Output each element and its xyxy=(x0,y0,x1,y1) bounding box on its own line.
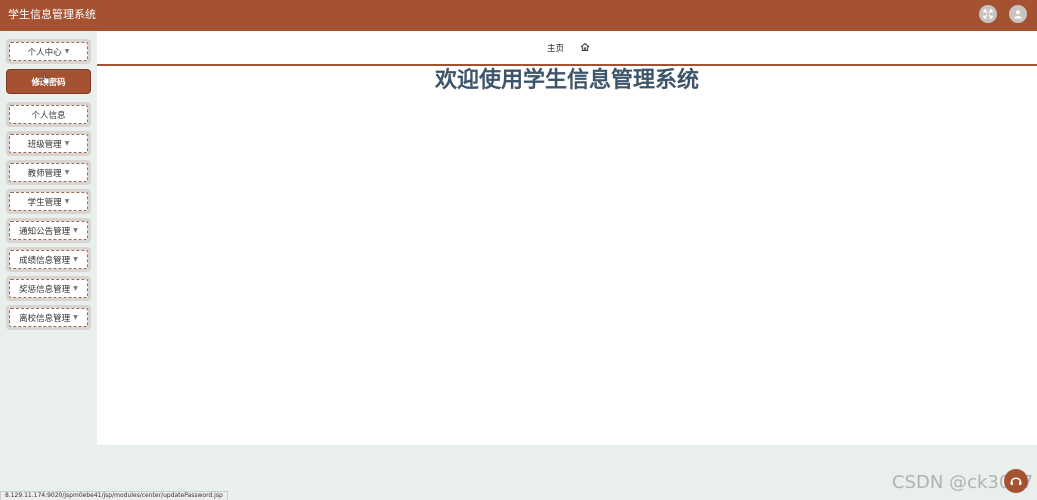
chevron-down-icon: ▼ xyxy=(73,256,78,263)
main-content: 主页 欢迎使用学生信息管理系统 xyxy=(97,31,1037,445)
sidebar-item-label: 学生管理 xyxy=(27,197,62,208)
sidebar-item-label: 通知公告管理 xyxy=(19,226,71,237)
chevron-down-icon: ▼ xyxy=(64,198,70,205)
sidebar: 个人中心▼ 修改密码 个人信息 班级管理▼ 教师管理▼ 学生管理▼ 通知公告管理… xyxy=(0,31,97,500)
sidebar-item-label: 班级管理 xyxy=(27,139,62,150)
chevron-down-icon: ▼ xyxy=(64,48,70,55)
support-float-button[interactable] xyxy=(1004,469,1028,493)
app-title: 学生信息管理系统 xyxy=(8,8,96,21)
chevron-down-icon: ▼ xyxy=(73,285,78,292)
tab-active-underline xyxy=(97,64,1037,66)
sidebar-item-label: 成绩信息管理 xyxy=(19,255,71,266)
sidebar-item-leave-school-management[interactable]: 离校信息管理 ▼ xyxy=(6,305,91,330)
chevron-down-icon: ▼ xyxy=(64,140,70,147)
chevron-down-icon: ▼ xyxy=(73,314,78,321)
user-avatar-icon[interactable] xyxy=(1009,5,1027,23)
sidebar-item-student-management[interactable]: 学生管理 ▼ xyxy=(6,189,91,214)
sidebar-item-label: 奖惩信息管理 xyxy=(19,284,71,295)
sidebar-item-teacher-management[interactable]: 教师管理 ▼ xyxy=(6,160,91,185)
fullscreen-toggle-icon[interactable] xyxy=(979,5,997,23)
sidebar-item-notice-management[interactable]: 通知公告管理 ▼ xyxy=(6,218,91,243)
chevron-down-icon: ▼ xyxy=(64,169,70,176)
chevron-down-icon: ▼ xyxy=(73,227,78,234)
welcome-title: 欢迎使用学生信息管理系统 xyxy=(434,68,699,93)
sidebar-item-grade-management[interactable]: 成绩信息管理 ▼ xyxy=(6,247,91,272)
sidebar-item-label: 个人信息 xyxy=(31,110,66,121)
tab-home[interactable]: 主页 xyxy=(547,42,564,54)
hand-cursor-icon xyxy=(41,73,50,85)
sidebar-item-personal-info[interactable]: 个人信息 xyxy=(6,102,91,127)
home-icon[interactable] xyxy=(580,42,590,52)
sidebar-item-class-management[interactable]: 班级管理 ▼ xyxy=(6,131,91,156)
headset-icon xyxy=(1010,477,1022,485)
status-bar-url: 8.129.11.174:9020/jspm0ebe41/jsp/modules… xyxy=(0,491,228,500)
sidebar-item-label: 离校信息管理 xyxy=(19,313,71,324)
sidebar-item-reward-punishment-management[interactable]: 奖惩信息管理 ▼ xyxy=(6,276,91,301)
sidebar-item-label: 教师管理 xyxy=(27,168,62,179)
tab-bar: 主页 xyxy=(97,31,1037,64)
sidebar-item-personal-center[interactable]: 个人中心 ▼ xyxy=(6,39,91,64)
sidebar-item-label: 个人中心 xyxy=(27,47,62,58)
top-bar: 学生信息管理系统 xyxy=(0,0,1037,31)
